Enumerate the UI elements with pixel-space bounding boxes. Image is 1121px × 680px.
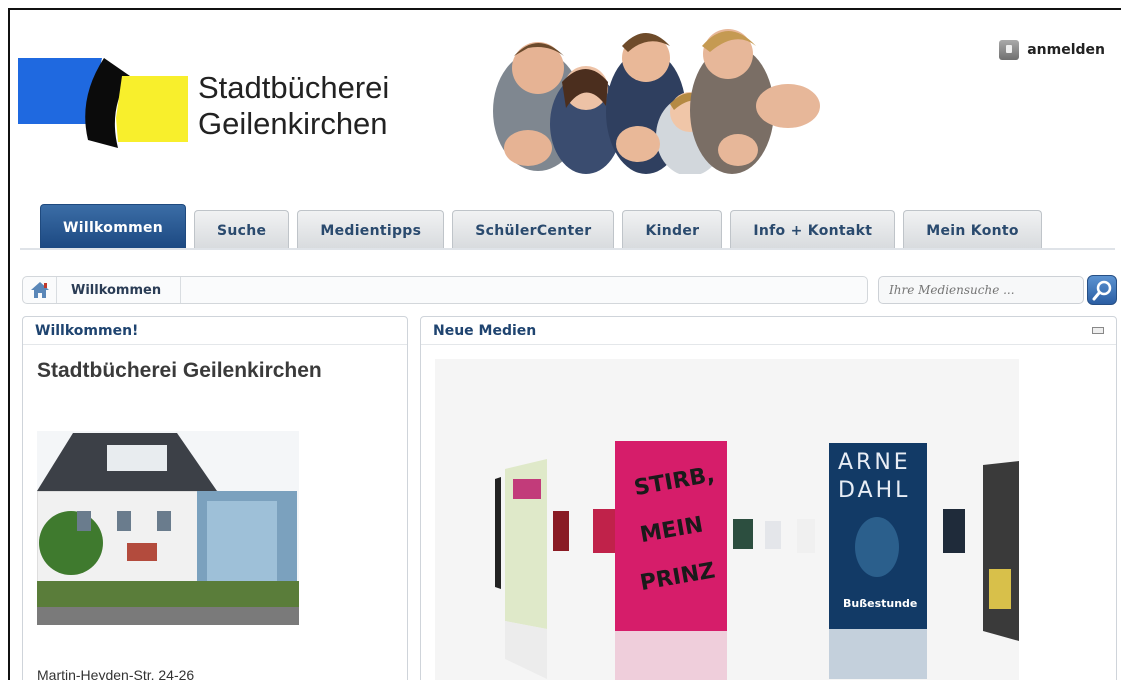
library-logo	[18, 58, 188, 148]
new-media-carousel[interactable]: STIRB, MEIN PRINZ ARNE DAHL Bußestunde	[435, 359, 1019, 680]
main-navigation: Willkommen Suche Medientipps SchülerCent…	[40, 204, 1042, 250]
login-link[interactable]: anmelden	[999, 40, 1105, 60]
breadcrumb-separator	[171, 277, 182, 303]
tab-willkommen[interactable]: Willkommen	[40, 204, 187, 250]
library-building-photo	[37, 431, 299, 625]
minimize-icon[interactable]	[1092, 327, 1104, 334]
svg-text:Bußestunde: Bußestunde	[843, 597, 917, 610]
breadcrumb: Willkommen	[22, 276, 868, 304]
new-media-panel-title: Neue Medien	[421, 317, 1116, 345]
new-media-panel: Neue Medien STIRB, MEIN PRINZ ARNE DAHL	[420, 316, 1117, 680]
search-icon	[1092, 280, 1112, 301]
banner-photo	[488, 16, 828, 174]
tab-medientipps[interactable]: Medientipps	[297, 210, 445, 250]
tab-info-kontakt[interactable]: Info + Kontakt	[730, 210, 896, 250]
search-button[interactable]	[1087, 275, 1117, 305]
search-input[interactable]	[878, 276, 1084, 304]
home-icon[interactable]	[23, 277, 57, 303]
breadcrumb-current[interactable]: Willkommen	[57, 283, 161, 298]
site-title: Stadtbücherei Geilenkirchen	[198, 70, 390, 141]
welcome-panel: Willkommen! Stadtbücherei Geilenkirchen …	[22, 316, 408, 680]
tab-suche[interactable]: Suche	[194, 210, 290, 250]
lock-icon	[999, 40, 1020, 60]
svg-text:DAHL: DAHL	[838, 478, 910, 503]
nav-divider	[20, 248, 1115, 250]
page-frame: Stadtbücherei Geilenkirchen anmelden Wil…	[8, 8, 1121, 680]
welcome-panel-title: Willkommen!	[23, 317, 407, 345]
address-text: Martin-Heyden-Str. 24-26	[37, 667, 195, 680]
svg-text:ARNE: ARNE	[838, 450, 911, 475]
login-label: anmelden	[1027, 42, 1105, 58]
tab-kinder[interactable]: Kinder	[622, 210, 723, 250]
welcome-heading: Stadtbücherei Geilenkirchen	[37, 359, 322, 382]
tab-schuelercenter[interactable]: SchülerCenter	[452, 210, 615, 250]
tab-mein-konto[interactable]: Mein Konto	[903, 210, 1042, 250]
